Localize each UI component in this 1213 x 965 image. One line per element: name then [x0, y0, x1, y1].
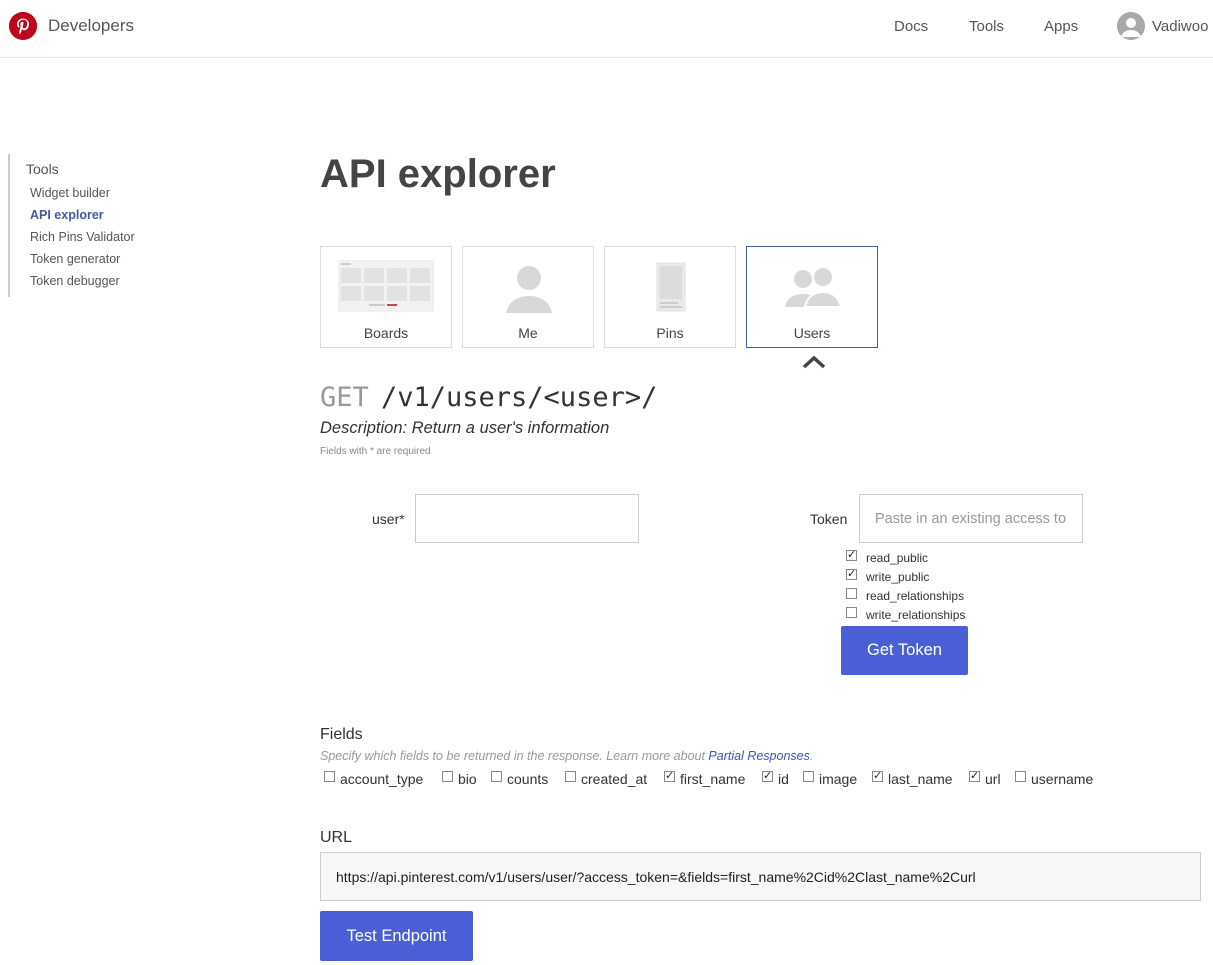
- top-header: Developers Docs Tools Apps Vadiwoo: [0, 0, 1213, 58]
- brand-title[interactable]: Developers: [48, 16, 134, 36]
- person-icon: [506, 266, 552, 313]
- scope-checkbox[interactable]: [846, 548, 857, 561]
- field-option-label: image: [819, 771, 858, 787]
- user-input[interactable]: [415, 494, 639, 543]
- fields-help-text: Specify which fields to be returned in t…: [320, 749, 813, 763]
- field-checkbox[interactable]: [491, 771, 502, 782]
- users-icon: [785, 266, 843, 308]
- field-checkbox[interactable]: [803, 771, 814, 782]
- fields-help-suffix: .: [809, 749, 814, 763]
- endpoint-description: Description: Return a user's information: [320, 419, 610, 437]
- page-title: API explorer: [320, 152, 556, 196]
- category-label: Me: [518, 325, 538, 341]
- endpoint-path: /v1/users/<user>/: [381, 382, 658, 413]
- field-checkbox[interactable]: [565, 771, 576, 782]
- http-method: GET: [320, 382, 369, 413]
- nav-tools[interactable]: Tools: [969, 18, 1004, 35]
- field-option-label: created_at: [581, 771, 648, 787]
- boards-icon: [338, 260, 434, 312]
- scope-checkbox[interactable]: [846, 588, 857, 599]
- sidebar: Tools Widget builder API explorer Rich P…: [8, 154, 188, 297]
- sidebar-item-rich-pins-validator[interactable]: Rich Pins Validator: [30, 230, 135, 244]
- token-input[interactable]: [859, 494, 1083, 543]
- field-checkbox[interactable]: [324, 771, 335, 782]
- field-option-label: counts: [507, 771, 549, 787]
- url-field[interactable]: https://api.pinterest.com/v1/users/user/…: [320, 852, 1201, 901]
- field-checkbox[interactable]: [969, 769, 980, 782]
- category-card-me[interactable]: Me: [462, 246, 594, 348]
- field-option-label: id: [778, 771, 789, 787]
- sidebar-item-token-debugger[interactable]: Token debugger: [30, 274, 120, 288]
- field-option-label: first_name: [680, 771, 746, 787]
- test-endpoint-button[interactable]: Test Endpoint: [320, 911, 473, 961]
- field-option-label: last_name: [888, 771, 953, 787]
- fields-help-prefix: Specify which fields to be returned in t…: [320, 749, 709, 763]
- url-title: URL: [320, 829, 353, 846]
- chevron-up-icon: [802, 355, 826, 369]
- token-field-label: Token: [810, 511, 848, 527]
- sidebar-title: Tools: [26, 161, 59, 177]
- avatar-icon[interactable]: [1117, 12, 1145, 40]
- category-card-users[interactable]: Users: [746, 246, 878, 348]
- sidebar-item-widget-builder[interactable]: Widget builder: [30, 186, 110, 200]
- sidebar-item-token-generator[interactable]: Token generator: [30, 252, 120, 266]
- scope-checkbox[interactable]: [846, 607, 857, 618]
- fields-title: Fields: [320, 726, 363, 743]
- nav-apps[interactable]: Apps: [1044, 18, 1078, 35]
- category-label: Users: [793, 325, 831, 341]
- required-note: Fields with * are required: [320, 446, 431, 457]
- pin-icon: [656, 262, 686, 312]
- scope-checkbox[interactable]: [846, 567, 857, 580]
- category-card-pins[interactable]: Pins: [604, 246, 736, 348]
- field-checkbox[interactable]: [1015, 771, 1026, 782]
- field-checkbox[interactable]: [442, 771, 453, 782]
- scope-label: read_relationships: [866, 589, 965, 603]
- field-checkbox[interactable]: [872, 769, 883, 782]
- category-label: Boards: [363, 325, 409, 341]
- scope-label: write_public: [866, 570, 930, 584]
- user-name[interactable]: Vadiwoo: [1152, 18, 1208, 35]
- scope-label: read_public: [866, 551, 929, 565]
- category-label: Pins: [656, 325, 684, 341]
- field-checkbox[interactable]: [664, 769, 675, 782]
- category-card-boards[interactable]: Boards: [320, 246, 452, 348]
- field-option-label: username: [1031, 771, 1094, 787]
- pinterest-logo-icon[interactable]: [9, 12, 37, 40]
- get-token-button[interactable]: Get Token: [841, 626, 968, 675]
- partial-responses-link[interactable]: Partial Responses: [708, 749, 809, 763]
- field-option-label: bio: [458, 771, 477, 787]
- nav-docs[interactable]: Docs: [894, 18, 928, 35]
- fields-options: account_type bio counts created_at first…: [320, 769, 1200, 789]
- scope-label: write_relationships: [866, 608, 966, 622]
- field-checkbox[interactable]: [762, 769, 773, 782]
- sidebar-item-api-explorer[interactable]: API explorer: [30, 208, 104, 222]
- field-option-label: account_type: [340, 771, 424, 787]
- user-field-label: user*: [372, 511, 405, 527]
- field-option-label: url: [985, 771, 1001, 787]
